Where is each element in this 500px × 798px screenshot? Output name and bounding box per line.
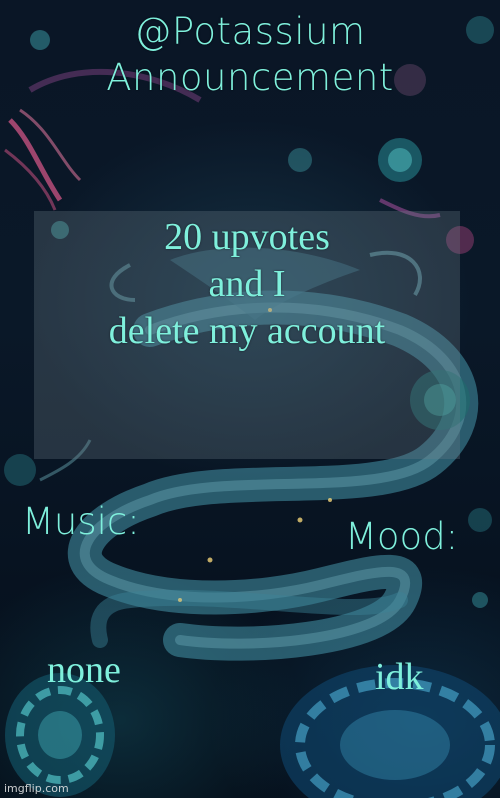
imgflip-watermark: imgflip.com [4,782,69,795]
message-line3: delete my account [108,310,386,352]
message-line1: 20 upvotes [164,216,330,258]
message-line2: and I [208,263,286,305]
music-value: none [47,649,121,691]
announcement-message: 20 upvotes and I delete my account [34,214,460,355]
mood-label: Mood: [345,515,459,558]
announcement-title-line1: @Potassium [134,10,366,53]
announcement-template: @Potassium Announcement 20 upvotes and I… [0,0,500,798]
mood-value: idk [375,656,424,698]
announcement-title-line2: Announcement [106,56,394,99]
music-label: Music: [22,500,140,543]
